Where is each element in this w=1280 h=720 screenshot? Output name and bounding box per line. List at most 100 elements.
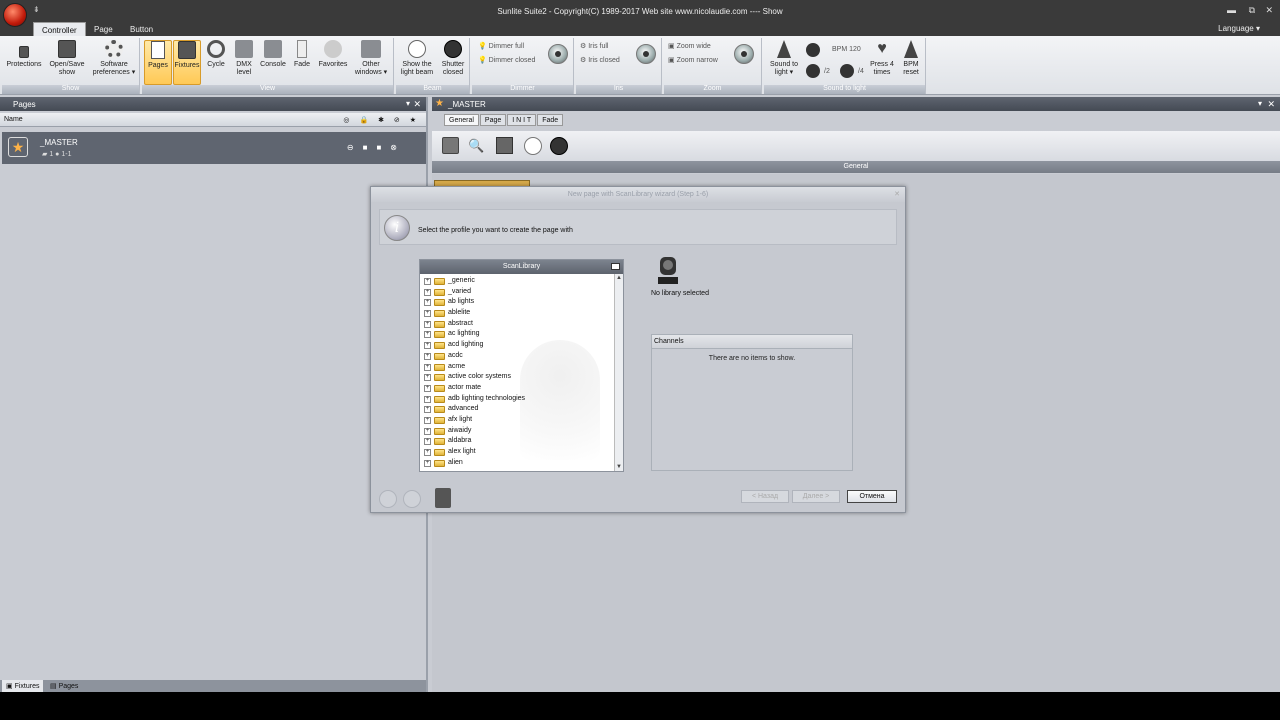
favorites-button[interactable]: Favorites — [316, 40, 350, 69]
view-toggle-icon[interactable] — [611, 263, 620, 270]
restore-button[interactable]: ⧉ — [1249, 5, 1255, 16]
expand-icon[interactable]: + — [424, 406, 431, 414]
iris-knob[interactable] — [636, 44, 656, 64]
fade-button[interactable]: Fade — [290, 40, 314, 69]
expand-icon[interactable]: + — [424, 384, 431, 392]
dimmer-full-button[interactable]: 💡 Dimmer full — [478, 42, 524, 50]
tree-item[interactable]: + abstract — [422, 319, 612, 330]
quarter-button[interactable] — [840, 64, 854, 78]
other-windows-button[interactable]: Other windows ▾ — [352, 40, 390, 77]
tab-page[interactable]: Page — [86, 22, 121, 36]
software-preferences-button[interactable]: Software preferences ▾ — [90, 40, 138, 77]
master-panel-close[interactable]: ✕ — [1267, 99, 1275, 110]
tree-item[interactable]: + ablelite — [422, 308, 612, 319]
fixtures-button[interactable]: Fixtures — [173, 40, 201, 85]
tab-controller[interactable]: Controller — [33, 22, 86, 36]
tree-item[interactable]: + acdc — [422, 351, 612, 362]
iris-full-button[interactable]: ⚙ Iris full — [580, 42, 608, 50]
expand-icon[interactable]: + — [424, 288, 431, 296]
open-save-show-button[interactable]: Open/Save show — [46, 40, 88, 77]
show-light-beam-button[interactable]: Show the light beam — [398, 40, 436, 77]
pages-button[interactable]: Pages — [144, 40, 172, 85]
expand-icon[interactable]: + — [424, 427, 431, 435]
help-icon[interactable] — [379, 490, 397, 508]
language-menu[interactable]: Language ▾ — [1218, 24, 1260, 33]
expand-icon[interactable]: + — [424, 299, 431, 307]
scroll-up-icon[interactable]: ▲ — [616, 275, 622, 281]
tab-fixtures[interactable]: ▣ Fixtures — [2, 680, 44, 692]
tree-item[interactable]: + alex light — [422, 447, 612, 458]
next-button[interactable]: Далее > — [792, 490, 840, 503]
expand-icon[interactable]: + — [424, 342, 431, 350]
expand-icon[interactable]: + — [424, 374, 431, 382]
tab-button[interactable]: Button — [122, 22, 161, 36]
cancel-button[interactable]: Отмена — [847, 490, 897, 503]
tree-item[interactable]: + active color systems — [422, 372, 612, 383]
expand-icon[interactable]: + — [424, 438, 431, 446]
expand-icon[interactable]: + — [424, 310, 431, 318]
master-row-icons[interactable]: ⊖■■⊗ — [347, 143, 406, 152]
app-menu-orb[interactable] — [3, 3, 27, 27]
expand-icon[interactable]: + — [424, 363, 431, 371]
half-button[interactable] — [806, 64, 820, 78]
tree-item[interactable]: + ac lighting — [422, 329, 612, 340]
tree-item[interactable]: + acme — [422, 362, 612, 373]
press-4-times-button[interactable]: ♥ Press 4 times — [868, 40, 896, 77]
close-button[interactable]: ✕ — [1265, 5, 1273, 16]
dialog-close-button[interactable]: ✕ — [894, 190, 900, 198]
tree-item[interactable]: + adb lighting technologies — [422, 394, 612, 405]
grid-icon[interactable] — [496, 137, 513, 154]
tree-item[interactable]: + actor mate — [422, 383, 612, 394]
protections-button[interactable]: Protections — [4, 40, 44, 69]
background-icon[interactable] — [442, 137, 459, 154]
expand-icon[interactable]: + — [424, 449, 431, 456]
tree-item[interactable]: + ab lights — [422, 297, 612, 308]
master-page-row[interactable]: ★ _MASTER ▰ 1 ● 1-1 ⊖■■⊗ — [2, 132, 426, 164]
tree-item[interactable]: + alien — [422, 458, 612, 469]
console-button[interactable]: Console — [258, 40, 288, 69]
expand-icon[interactable]: + — [424, 320, 431, 328]
tree-scrollbar[interactable]: ▲ ▼ — [614, 274, 623, 471]
search-icon[interactable]: 🔍 — [468, 137, 485, 154]
zoom-knob[interactable] — [734, 44, 754, 64]
zoom-narrow-button[interactable]: ▣ Zoom narrow — [668, 56, 718, 64]
expand-icon[interactable]: + — [424, 278, 431, 285]
shutter-closed-button[interactable]: Shutter closed — [438, 40, 468, 77]
tree-item[interactable]: + _generic — [422, 276, 612, 287]
tree-item[interactable]: + aldabra — [422, 436, 612, 447]
dimmer-closed-button[interactable]: 💡 Dimmer closed — [478, 56, 535, 64]
iris-closed-button[interactable]: ⚙ Iris closed — [580, 56, 620, 64]
expand-icon[interactable]: + — [424, 352, 431, 360]
name-column-header[interactable]: Name — [4, 116, 23, 123]
expand-icon[interactable]: + — [424, 459, 431, 467]
minimize-button[interactable]: ▬ — [1227, 5, 1236, 15]
pages-panel-pin[interactable]: ▾ — [406, 99, 410, 108]
expand-icon[interactable]: + — [424, 416, 431, 424]
zoom-wide-button[interactable]: ▣ Zoom wide — [668, 42, 711, 50]
tree-item[interactable]: + _varied — [422, 287, 612, 298]
tab-page[interactable]: Page — [479, 114, 507, 126]
dimmer-knob[interactable] — [548, 44, 568, 64]
beat-button[interactable] — [806, 43, 820, 57]
expand-icon[interactable]: + — [424, 331, 431, 339]
tree-item[interactable]: + aiwaidy — [422, 426, 612, 437]
expand-icon[interactable]: + — [424, 395, 431, 403]
bpm-reset-button[interactable]: BPM reset — [898, 40, 924, 77]
pages-panel-close[interactable]: ✕ — [413, 99, 421, 110]
tab-pages[interactable]: ▤ Pages — [46, 680, 82, 692]
tab-general[interactable]: General — [444, 114, 479, 126]
scroll-down-icon[interactable]: ▼ — [616, 464, 622, 470]
light-on-icon[interactable] — [524, 137, 542, 155]
sound-to-light-button[interactable]: Sound to light ▾ — [766, 40, 802, 77]
tab-fade[interactable]: Fade — [537, 114, 564, 126]
cycle-button[interactable]: Cycle — [203, 40, 229, 69]
back-button[interactable]: < Назад — [741, 490, 789, 503]
tree-item[interactable]: + afx light — [422, 415, 612, 426]
tree-item[interactable]: + acd lighting — [422, 340, 612, 351]
master-panel-pin[interactable]: ▾ — [1258, 99, 1262, 108]
light-off-icon[interactable] — [550, 137, 568, 155]
tab-init[interactable]: I N I T — [507, 114, 537, 126]
dmx-level-button[interactable]: DMX level — [231, 40, 257, 77]
tree-item[interactable]: + advanced — [422, 404, 612, 415]
info-round-icon[interactable] — [403, 490, 421, 508]
